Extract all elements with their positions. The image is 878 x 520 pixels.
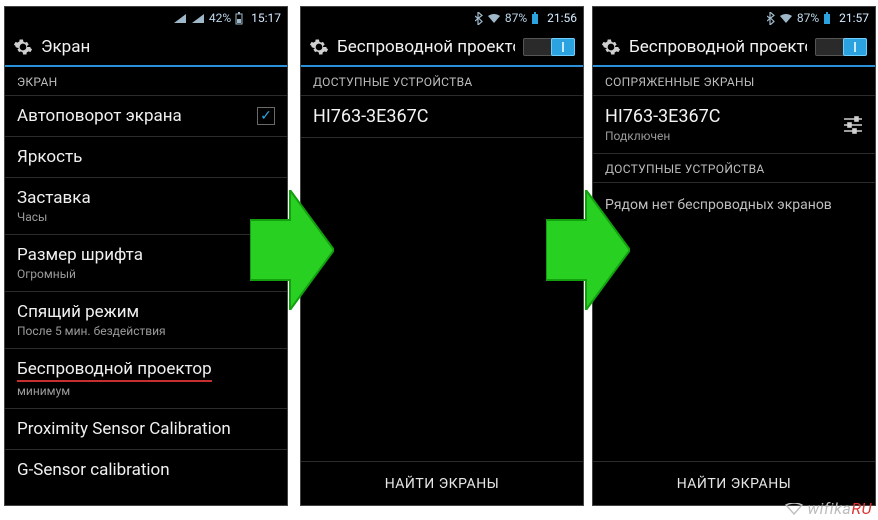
item-label: Размер шрифта [17,245,275,265]
button-label: НАЙТИ ЭКРАНЫ [385,476,500,492]
watermark-suffix: RU [851,499,872,518]
wifi-icon [785,503,803,515]
bluetooth-icon [475,12,483,25]
section-header: ЭКРАН [5,67,287,95]
item-wireless-projector[interactable]: Беспроводной проектор минимум [5,349,287,409]
phone-screen-2: 87% 21:56 Беспроводной проектор ДОСТУПНЫ… [300,6,584,506]
status-bar: 87% 21:57 [593,7,875,29]
clock-text: 15:17 [251,11,281,25]
battery-text: 87% [797,11,819,25]
item-font-size[interactable]: Размер шрифта Огромный [5,235,287,292]
item-label: Автоповорот экрана [17,106,182,126]
item-label: Яркость [17,147,275,167]
item-sleep[interactable]: Спящий режим После 5 мин. бездействия [5,292,287,349]
device-row[interactable]: HI763-3E367C [301,96,583,138]
device-row-paired[interactable]: HI763-3E367C Подключен [593,96,875,154]
gear-icon [309,37,329,57]
signal-icon [173,13,187,24]
watermark: wifikaRU [785,499,872,518]
item-proximity[interactable]: Proximity Sensor Calibration [5,409,287,450]
item-sublabel: Часы [17,210,275,224]
section-header-available: ДОСТУПНЫЕ УСТРОЙСТВА [301,67,583,95]
phone-screen-1: 42% 15:17 Экран ЭКРАН Автоповорот экрана… [4,6,288,506]
clock-text: 21:56 [547,11,577,25]
section-header-available: ДОСТУПНЫЕ УСТРОЙСТВА [593,154,875,182]
title-bar: Беспроводной проектор [593,29,875,67]
check-icon: ✓ [260,109,272,123]
toggle-switch[interactable] [815,38,867,56]
title-bar: Беспроводной проектор [301,29,583,67]
checkbox[interactable]: ✓ [257,107,275,125]
phone-screen-3: 87% 21:57 Беспроводной проектор СОПРЯЖЕН… [592,6,876,506]
gear-icon [601,37,621,57]
page-title: Экран [41,37,279,57]
battery-icon [531,12,539,25]
signal-icon [191,13,205,24]
section-header-paired: СОПРЯЖЕННЫЕ ЭКРАНЫ [593,67,875,95]
page-title: Беспроводной проектор [629,37,807,57]
battery-text: 87% [505,11,527,25]
bluetooth-icon [767,12,775,25]
status-bar: 42% 15:17 [5,7,287,29]
item-label: Спящий режим [17,302,275,322]
battery-icon [235,12,243,25]
item-brightness[interactable]: Яркость [5,137,287,178]
item-label: Proximity Sensor Calibration [17,419,275,439]
item-label: Заставка [17,188,275,208]
find-screens-button[interactable]: НАЙТИ ЭКРАНЫ [301,461,583,505]
item-autorotate[interactable]: Автоповорот экрана ✓ [5,96,287,137]
title-bar: Экран [5,29,287,67]
watermark-text: wifika [807,499,851,518]
wifi-icon [487,13,501,24]
button-label: НАЙТИ ЭКРАНЫ [677,476,792,492]
device-status: Подключен [605,129,720,143]
device-name: HI763-3E367C [605,106,720,127]
item-screensaver[interactable]: Заставка Часы [5,178,287,235]
clock-text: 21:57 [839,11,869,25]
wifi-icon [779,13,793,24]
item-sublabel: Огромный [17,267,275,281]
battery-icon [823,12,831,25]
device-name: HI763-3E367C [313,106,428,127]
battery-text: 42% [209,11,231,25]
sliders-icon[interactable] [843,116,863,134]
item-label: Беспроводной проектор [17,359,212,382]
gear-icon [13,37,33,57]
item-sublabel: После 5 мин. бездействия [17,324,275,338]
item-sublabel: минимум [17,384,275,398]
item-label: G-Sensor calibration [17,460,275,480]
toggle-switch[interactable] [523,38,575,56]
page-title: Беспроводной проектор [337,37,515,57]
status-bar: 87% 21:56 [301,7,583,29]
empty-text: Рядом нет беспроводных экранов [593,183,875,227]
item-gsensor[interactable]: G-Sensor calibration [5,450,287,490]
